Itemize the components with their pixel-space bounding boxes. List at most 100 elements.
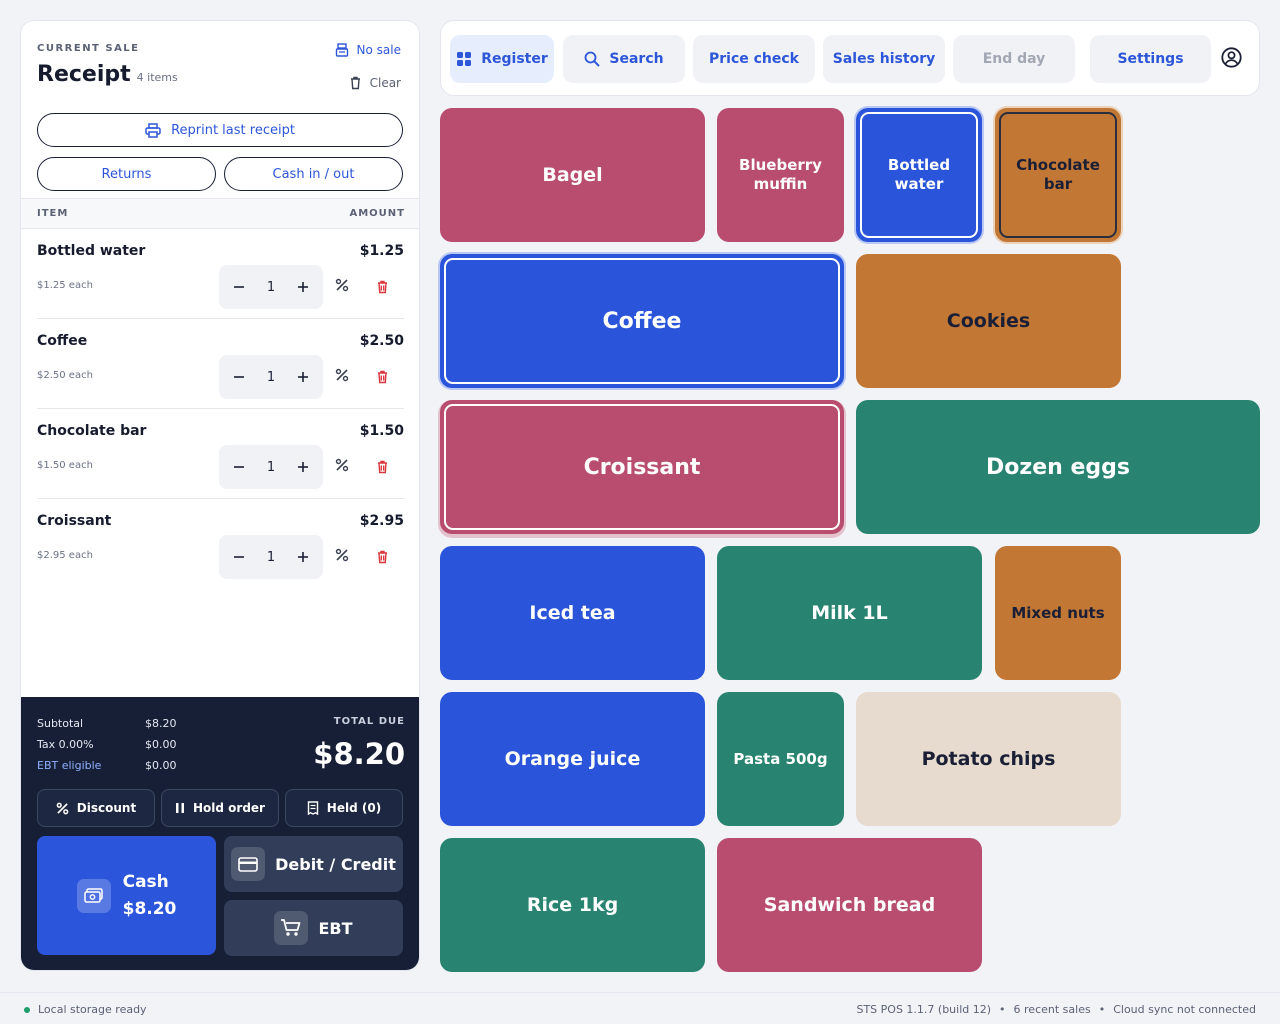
remove-item-button[interactable]: [376, 369, 389, 388]
product-tile-blueberry-muffin[interactable]: Blueberry muffin: [717, 108, 844, 242]
tile-label: Rice 1kg: [526, 894, 619, 916]
user-avatar-icon: [1221, 47, 1242, 68]
tax-label: Tax 0.00%: [37, 738, 94, 751]
held-orders-label: Held (0): [326, 801, 382, 815]
product-tile-croissant[interactable]: Croissant: [440, 400, 844, 534]
tile-label-line: bar: [1043, 175, 1073, 193]
trash-icon: [378, 370, 387, 384]
tab-register[interactable]: Register: [450, 35, 554, 83]
receipt-icon: [307, 801, 318, 815]
remove-item-button[interactable]: [376, 459, 389, 478]
ebt-payment-button[interactable]: EBT: [224, 900, 403, 956]
product-tile-pasta-500g[interactable]: Pasta 500g: [717, 692, 844, 826]
tile-label: Orange juice: [504, 748, 641, 770]
remove-item-button[interactable]: [376, 279, 389, 298]
quantity-value: 1: [266, 459, 276, 475]
line-discount-button[interactable]: [335, 368, 349, 386]
trash-icon: [378, 280, 387, 294]
price-check-label: Price check: [708, 51, 799, 67]
main-toolbar: Register Search Price check Sales histor…: [440, 20, 1260, 96]
line-discount-button[interactable]: [335, 458, 349, 476]
decrease-quantity-button[interactable]: [229, 457, 249, 477]
hold-order-button[interactable]: Hold order: [161, 789, 279, 827]
cash-in-out-label: Cash in / out: [272, 166, 355, 182]
card-payment-button[interactable]: Debit / Credit: [224, 836, 403, 892]
product-tile-cookies[interactable]: Cookies: [856, 254, 1121, 388]
search-icon: [584, 51, 601, 67]
product-tile-milk-1l[interactable]: Milk 1L: [717, 546, 982, 680]
cash-amount: $8.20: [122, 898, 177, 919]
price-check-button[interactable]: Price check: [693, 35, 815, 83]
sales-history-button[interactable]: Sales history: [823, 35, 945, 83]
returns-button[interactable]: Returns: [37, 157, 216, 191]
subtotal-label: Subtotal: [37, 717, 84, 730]
settings-button[interactable]: Settings: [1090, 35, 1211, 83]
percent-icon: [56, 802, 69, 814]
product-tile-chocolate-bar[interactable]: Chocolate bar: [995, 108, 1121, 242]
tile-label: Chocolate bar: [1016, 156, 1100, 194]
tile-label: Blueberry muffin: [739, 156, 822, 194]
decrease-quantity-button[interactable]: [229, 277, 249, 297]
product-tile-rice-1kg[interactable]: Rice 1kg: [440, 838, 705, 972]
product-tile-mixed-nuts[interactable]: Mixed nuts: [995, 546, 1121, 680]
subtotal-row: Subtotal $8.20: [37, 717, 177, 730]
plus-icon: [298, 552, 308, 562]
product-tile-orange-juice[interactable]: Orange juice: [440, 692, 705, 826]
receipt-line-item: Bottled water $1.25 $1.25 each 1: [37, 229, 404, 319]
ebt-eligible-row: EBT eligible $0.00: [37, 759, 177, 772]
clear-button[interactable]: Clear: [349, 76, 401, 90]
storage-status: Local storage ready: [24, 1003, 147, 1016]
decrease-quantity-button[interactable]: [229, 367, 249, 387]
col-amount-label: AMOUNT: [349, 208, 405, 219]
search-button[interactable]: Search: [563, 35, 685, 83]
separator: •: [1098, 1003, 1106, 1016]
increase-quantity-button[interactable]: [293, 277, 313, 297]
remove-item-button[interactable]: [376, 549, 389, 568]
product-tile-bottled-water[interactable]: Bottled water: [856, 108, 982, 242]
no-sale-button[interactable]: No sale: [335, 43, 401, 57]
product-tile-potato-chips[interactable]: Potato chips: [856, 692, 1121, 826]
increase-quantity-button[interactable]: [293, 547, 313, 567]
checkout-panel: Subtotal $8.20 Tax 0.00% $0.00 EBT eligi…: [21, 697, 419, 970]
tile-label-line: Bottled: [887, 156, 951, 174]
current-sale-label: CURRENT SALE: [37, 43, 140, 54]
sales-history-label: Sales history: [832, 51, 936, 67]
no-sale-label: No sale: [356, 43, 401, 57]
tile-label: Bagel: [542, 164, 603, 186]
line-item-name: Croissant: [37, 513, 112, 529]
reprint-receipt-button[interactable]: Reprint last receipt: [37, 113, 403, 147]
product-tile-bagel[interactable]: Bagel: [440, 108, 705, 242]
trash-icon: [350, 76, 360, 90]
decrease-quantity-button[interactable]: [229, 547, 249, 567]
item-count: 4 items: [136, 71, 178, 84]
quantity-value: 1: [266, 369, 276, 385]
card-label: Debit / Credit: [275, 854, 396, 874]
product-tile-iced-tea[interactable]: Iced tea: [440, 546, 705, 680]
held-orders-button[interactable]: Held (0): [285, 789, 403, 827]
receipt-line-item: Coffee $2.50 $2.50 each 1: [37, 319, 404, 409]
discount-button[interactable]: Discount: [37, 789, 155, 827]
receipt-panel: CURRENT SALE Receipt 4 items No sale Clea…: [20, 20, 420, 971]
product-tile-coffee[interactable]: Coffee: [440, 254, 844, 388]
tile-label: Sandwich bread: [763, 894, 936, 916]
receipt-line-item: Chocolate bar $1.50 $1.50 each 1: [37, 409, 404, 499]
quantity-stepper: 1: [219, 265, 323, 309]
returns-label: Returns: [101, 166, 152, 182]
grid-icon: [457, 52, 472, 66]
user-account-button[interactable]: [1221, 47, 1242, 72]
product-tile-sandwich-bread[interactable]: Sandwich bread: [717, 838, 982, 972]
line-item-unit-price: $2.50 each: [37, 370, 93, 381]
register-label: Register: [481, 51, 548, 67]
line-discount-button[interactable]: [335, 548, 349, 566]
pause-icon: [176, 803, 184, 813]
increase-quantity-button[interactable]: [293, 367, 313, 387]
line-item-name: Chocolate bar: [37, 423, 147, 439]
end-day-button[interactable]: End day: [953, 35, 1075, 83]
line-item-name: Coffee: [37, 333, 88, 349]
cash-in-out-button[interactable]: Cash in / out: [224, 157, 403, 191]
increase-quantity-button[interactable]: [293, 457, 313, 477]
receipt-title: Receipt 4 items: [37, 62, 178, 87]
line-discount-button[interactable]: [335, 278, 349, 296]
cash-payment-button[interactable]: Cash $8.20: [37, 836, 216, 955]
product-tile-dozen-eggs[interactable]: Dozen eggs: [856, 400, 1260, 534]
